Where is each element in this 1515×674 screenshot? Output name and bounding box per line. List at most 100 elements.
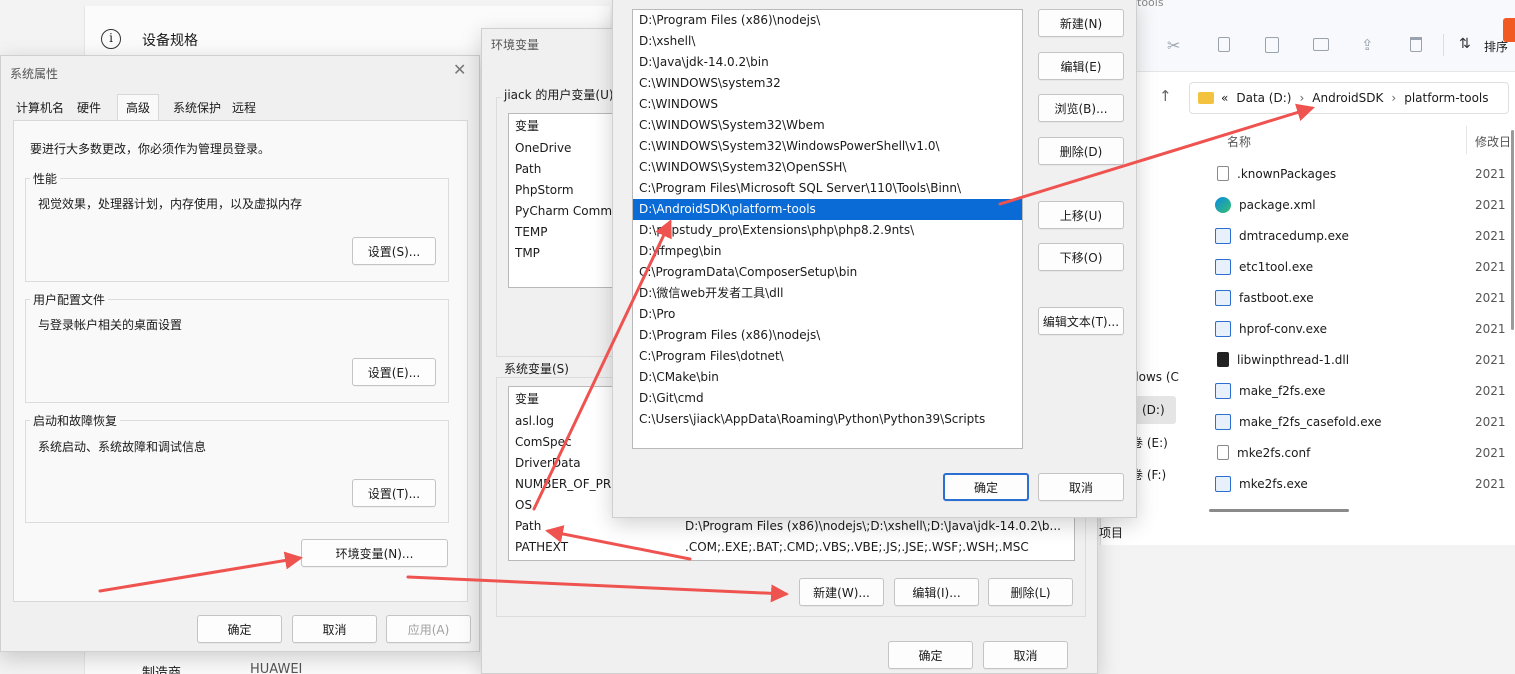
file-row[interactable]: .knownPackages 2021 [1195, 158, 1506, 189]
address-bar[interactable]: « Data (D:) › AndroidSDK › platform-tool… [1189, 82, 1509, 114]
edit-text-button[interactable]: 编辑文本(T)... [1038, 307, 1124, 335]
path-entry[interactable]: D:\Program Files (x86)\nodejs\ [633, 10, 1022, 31]
performance-settings-button[interactable]: 设置(S)... [352, 237, 436, 265]
new-system-variable-button[interactable]: 新建(W)... [799, 578, 884, 606]
path-entry[interactable]: C:\WINDOWS\System32\WindowsPowerShell\v1… [633, 136, 1022, 157]
vertical-scrollbar[interactable] [1511, 130, 1514, 330]
path-entry[interactable]: D:\xshell\ [633, 31, 1022, 52]
cancel-button[interactable]: 取消 [983, 641, 1068, 669]
cancel-button[interactable]: 取消 [292, 615, 377, 643]
edit-system-variable-button[interactable]: 编辑(I)... [894, 578, 979, 606]
file-name: mke2fs.exe [1239, 476, 1308, 491]
tab-computer-name[interactable]: 计算机名 [13, 97, 67, 119]
exe-icon [1215, 475, 1231, 492]
move-up-button[interactable]: 上移(U) [1038, 201, 1124, 229]
path-entries-list[interactable]: D:\Program Files (x86)\nodejs\ D:\xshell\… [632, 9, 1023, 449]
sort-icon[interactable]: ⇅ [1459, 36, 1471, 52]
variable-name: ComSpec [515, 435, 572, 449]
variable-name: NUMBER_OF_PR [515, 477, 612, 491]
path-entry[interactable]: D:\Git\cmd [633, 388, 1022, 409]
path-browse-button[interactable]: 浏览(B)... [1038, 94, 1124, 122]
path-new-button[interactable]: 新建(N) [1038, 9, 1124, 37]
manufacturer-label: 制造商 [142, 666, 182, 674]
paste-icon[interactable] [1265, 37, 1279, 53]
environment-variables-button[interactable]: 环境变量(N)... [301, 539, 448, 567]
file-date: 2021 [1475, 352, 1506, 367]
file-row[interactable]: fastboot.exe 2021 [1195, 282, 1506, 313]
file-name: etc1tool.exe [1239, 259, 1314, 274]
delete-icon[interactable] [1410, 37, 1422, 52]
column-header-modified[interactable]: 修改日 [1475, 133, 1511, 150]
delete-system-variable-button[interactable]: 删除(L) [988, 578, 1073, 606]
file-row[interactable]: make_f2fs_casefold.exe 2021 [1195, 406, 1506, 437]
user-profiles-settings-button[interactable]: 设置(E)... [352, 358, 436, 386]
file-date: 2021 [1475, 445, 1506, 460]
file-row[interactable]: hprof-conv.exe 2021 [1195, 313, 1506, 344]
file-date: 2021 [1475, 197, 1506, 212]
edge-icon [1215, 196, 1231, 213]
address-crumb-androidsdk[interactable]: AndroidSDK [1312, 91, 1383, 105]
file-name: libwinpthread-1.dll [1237, 352, 1350, 367]
sogou-ime-logo [1503, 18, 1515, 42]
path-entry[interactable]: C:\WINDOWS [633, 94, 1022, 115]
path-entry[interactable]: D:\Java\jdk-14.0.2\bin [633, 52, 1022, 73]
path-entry[interactable]: C:\ProgramData\ComposerSetup\bin [633, 262, 1022, 283]
path-entry[interactable]: C:\Users\jiack\AppData\Roaming\Python\Py… [633, 409, 1022, 430]
copy-icon[interactable] [1218, 37, 1230, 52]
path-entry[interactable]: D:\Pro [633, 304, 1022, 325]
up-icon[interactable]: ↑ [1159, 87, 1172, 105]
tab-remote[interactable]: 远程 [229, 97, 259, 119]
path-entry[interactable]: D:\ffmpeg\bin [633, 241, 1022, 262]
file-list: .knownPackages 2021 package.xml 2021 dmtrace… [1195, 158, 1506, 503]
path-edit-button[interactable]: 编辑(E) [1038, 52, 1124, 80]
file-row[interactable]: libwinpthread-1.dll 2021 [1195, 344, 1506, 375]
close-icon[interactable]: ✕ [453, 60, 466, 79]
system-variable-row[interactable]: PATHEXT .COM;.EXE;.BAT;.CMD;.VBS;.VBE;.JS… [509, 537, 1074, 558]
file-icon [1217, 445, 1229, 460]
path-entry[interactable]: C:\Program Files\Microsoft SQL Server\11… [633, 178, 1022, 199]
path-entry[interactable]: D:\phpstudy_pro\Extensions\php\php8.2.9n… [633, 220, 1022, 241]
ok-button[interactable]: 确定 [197, 615, 282, 643]
system-variable-row[interactable]: Path D:\Program Files (x86)\nodejs\;D:\xs… [509, 516, 1074, 537]
path-delete-button[interactable]: 删除(D) [1038, 137, 1124, 165]
file-date: 2021 [1475, 166, 1506, 181]
file-row[interactable]: mke2fs.conf 2021 [1195, 437, 1506, 468]
file-row[interactable]: etc1tool.exe 2021 [1195, 251, 1506, 282]
ok-button[interactable]: 确定 [888, 641, 973, 669]
share-icon[interactable]: ⇪ [1361, 36, 1374, 54]
user-profiles-description: 与登录帐户相关的桌面设置 [38, 318, 183, 332]
file-row[interactable]: package.xml 2021 [1195, 189, 1506, 220]
address-crumb-drive[interactable]: Data (D:) [1236, 91, 1291, 105]
path-entry[interactable]: D:\Program Files (x86)\nodejs\ [633, 325, 1022, 346]
nav-item-drive-c[interactable]: dows (C [1131, 370, 1179, 384]
column-header-name[interactable]: 名称 [1227, 133, 1251, 150]
path-entry[interactable]: C:\WINDOWS\System32\Wbem [633, 115, 1022, 136]
address-crumb-platform-tools[interactable]: platform-tools [1404, 91, 1488, 105]
tab-hardware[interactable]: 硬件 [74, 97, 104, 119]
apply-button[interactable]: 应用(A) [386, 615, 471, 643]
tab-system-protection[interactable]: 系统保护 [170, 97, 224, 119]
startup-recovery-settings-button[interactable]: 设置(T)... [352, 479, 436, 507]
path-entry[interactable]: D:\微信web开发者工具\dll [633, 283, 1022, 304]
file-row[interactable]: make_f2fs.exe 2021 [1195, 375, 1506, 406]
path-entry[interactable]: D:\AndroidSDK\platform-tools [633, 199, 1022, 220]
performance-description: 视觉效果，处理器计划，内存使用，以及虚拟内存 [38, 197, 303, 211]
explorer-window: tools ✂ ⇪ ⇅ 排序 ↑ « Data (D:) › AndroidSD… [1099, 0, 1515, 545]
file-row[interactable]: mke2fs.exe 2021 [1195, 468, 1506, 499]
path-entry[interactable]: C:\Program Files\dotnet\ [633, 346, 1022, 367]
path-entry[interactable]: C:\WINDOWS\System32\OpenSSH\ [633, 157, 1022, 178]
path-entry[interactable]: C:\WINDOWS\system32 [633, 73, 1022, 94]
path-entry[interactable]: D:\CMake\bin [633, 367, 1022, 388]
startup-recovery-label: 启动和故障恢复 [30, 412, 121, 429]
horizontal-scrollbar[interactable] [1209, 509, 1349, 512]
tab-advanced[interactable]: 高级 [117, 94, 160, 121]
cancel-button[interactable]: 取消 [1038, 473, 1124, 501]
ok-button[interactable]: 确定 [943, 473, 1029, 501]
explorer-toolbar [1101, 0, 1515, 72]
move-down-button[interactable]: 下移(O) [1038, 243, 1124, 271]
rename-icon[interactable] [1313, 38, 1329, 51]
file-row[interactable]: dmtracedump.exe 2021 [1195, 220, 1506, 251]
file-name: mke2fs.conf [1237, 445, 1311, 460]
cut-icon[interactable]: ✂ [1167, 36, 1180, 55]
address-overflow[interactable]: « [1221, 91, 1228, 105]
